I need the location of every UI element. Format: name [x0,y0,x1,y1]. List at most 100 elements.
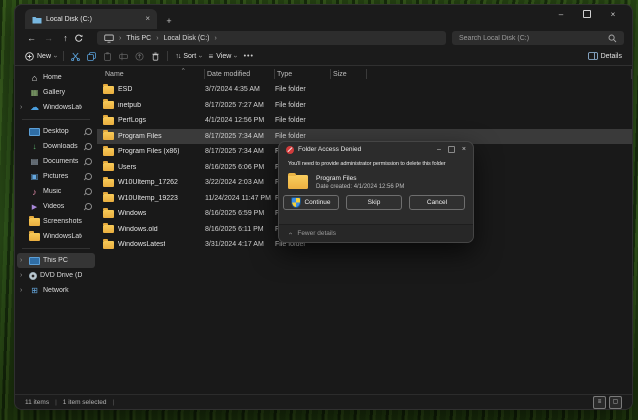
pin-icon [84,172,94,182]
details-pane-button[interactable]: Details [588,52,622,60]
onedrive-icon [29,102,40,113]
file-name: W10Ultemp_17262 [118,179,178,186]
search-icon [608,34,617,43]
sidebar-item[interactable]: › Pictures [17,169,95,184]
sort-button[interactable]: ↑↓ Sort › [175,53,201,60]
rename-icon [119,52,128,61]
see-more-button[interactable]: ••• [244,53,254,60]
share-button[interactable] [135,52,144,61]
view-icon: ≡ [209,52,214,61]
folder-icon [103,86,114,94]
sidebar-item[interactable]: › Videos [17,199,95,214]
folder-icon [29,233,40,241]
share-icon [135,52,144,61]
sort-label: Sort [183,53,196,60]
folder-icon [103,132,114,140]
sidebar-item-label: Screenshots [43,218,82,225]
dialog-minimize-button[interactable]: – [437,146,441,153]
new-label: New [37,53,51,60]
file-date-modified: 8/16/2025 6:59 PM [205,210,275,217]
large-icons-view-button[interactable]: ▢ [609,396,622,409]
sidebar-item[interactable]: › Screenshots [17,214,95,229]
sidebar-item[interactable]: › Home [17,70,95,85]
rename-button[interactable] [119,52,128,61]
chevron-right-icon[interactable]: › [20,272,26,279]
copy-button[interactable] [87,52,96,61]
copy-icon [87,52,96,61]
file-row[interactable]: PerfLogs 4/1/2024 12:56 PM File folder [97,113,632,129]
folder-icon [103,210,114,218]
back-button[interactable]: ← [23,33,40,43]
plus-circle-icon [25,52,34,61]
pc-icon [29,257,40,265]
continue-button[interactable]: Continue [283,195,339,210]
file-type: File folder [275,117,331,124]
pin-icon [84,202,94,212]
file-date-modified: 8/16/2025 6:06 PM [205,164,275,171]
dialog-title-bar: Folder Access Denied – × [279,142,473,157]
desktop-wallpaper: { "window": { "tab": { "title": "Local D… [0,0,638,420]
skip-button[interactable]: Skip [346,195,402,210]
sidebar-item[interactable]: › Music [17,184,95,199]
sidebar-item-label: Music [43,188,82,195]
sidebar-item-label: WindowsLatest [43,233,82,240]
file-name: WindowsLatest [118,241,165,248]
sidebar-item[interactable]: › Network [17,283,95,298]
column-header-size[interactable]: Size [331,69,367,79]
toolbar-divider [167,51,168,61]
view-button[interactable]: ≡ View › [209,52,237,61]
dialog-maximize-button[interactable] [448,146,455,153]
sidebar-item[interactable]: › Desktop [17,124,95,139]
details-pane-icon [588,52,598,60]
chevron-right-icon[interactable]: › [20,257,26,264]
selected-count: 1 item selected [63,399,107,406]
file-date-modified: 3/31/2024 4:17 AM [205,241,275,248]
cancel-button[interactable]: Cancel [409,195,465,210]
paste-button[interactable] [103,52,112,61]
chevron-right-icon[interactable]: › [20,287,26,294]
documents-icon [29,157,40,166]
column-header-date-modified[interactable]: Date modified [205,69,275,79]
tab-local-disk-c[interactable]: Local Disk (C:) × [25,9,157,29]
delete-button[interactable] [151,52,160,61]
command-toolbar: New › ↑↓ Sort › ≡ View › [15,47,632,66]
file-row[interactable]: ESD 3/7/2024 4:35 AM File folder [97,82,632,98]
sidebar-divider [22,119,90,120]
sidebar-item-label: Downloads [43,143,82,150]
monitor-icon [104,34,114,43]
sidebar-item[interactable]: › WindowsLatest - Pe [17,100,95,115]
fewer-details-toggle[interactable]: › Fewer details [279,224,473,242]
sidebar-item[interactable]: › Downloads [17,139,95,154]
cut-button[interactable] [71,52,80,61]
breadcrumb-local-disk-c[interactable]: Local Disk (C:) [164,35,210,42]
sidebar-item[interactable]: › This PC [17,253,95,268]
forward-button[interactable]: → [40,33,57,43]
new-button[interactable]: New › [25,52,56,61]
sidebar-item[interactable]: › WindowsLatest [17,229,95,244]
file-type: File folder [275,102,331,109]
file-type: File folder [275,133,331,140]
breadcrumb[interactable]: › This PC › Local Disk (C:) › [97,31,446,45]
close-button[interactable]: × [600,5,626,23]
sidebar-item[interactable]: › DVD Drive (D:) CCC [17,268,95,283]
minimize-button[interactable]: – [548,5,574,23]
column-header-name[interactable]: Name [103,69,205,79]
refresh-icon [74,34,83,43]
chevron-up-icon: › [288,232,295,234]
search-box[interactable]: Search Local Disk (C:) [452,31,624,45]
breadcrumb-this-pc[interactable]: This PC [126,35,151,42]
details-view-button[interactable]: ≡ [593,396,606,409]
chevron-right-icon[interactable]: › [20,104,26,111]
refresh-button[interactable] [74,34,91,43]
up-button[interactable]: ↑ [57,33,74,43]
folder-icon [103,225,114,233]
cut-icon [71,52,80,61]
dialog-close-button[interactable]: × [462,146,466,153]
sidebar-item[interactable]: › Gallery [17,85,95,100]
tab-close-icon[interactable]: × [145,15,150,23]
column-header-type[interactable]: Type [275,69,331,79]
file-row[interactable]: inetpub 8/17/2025 7:27 AM File folder [97,98,632,114]
maximize-button[interactable] [574,5,600,23]
new-tab-button[interactable]: + [161,16,177,29]
sidebar-item[interactable]: › Documents [17,154,95,169]
